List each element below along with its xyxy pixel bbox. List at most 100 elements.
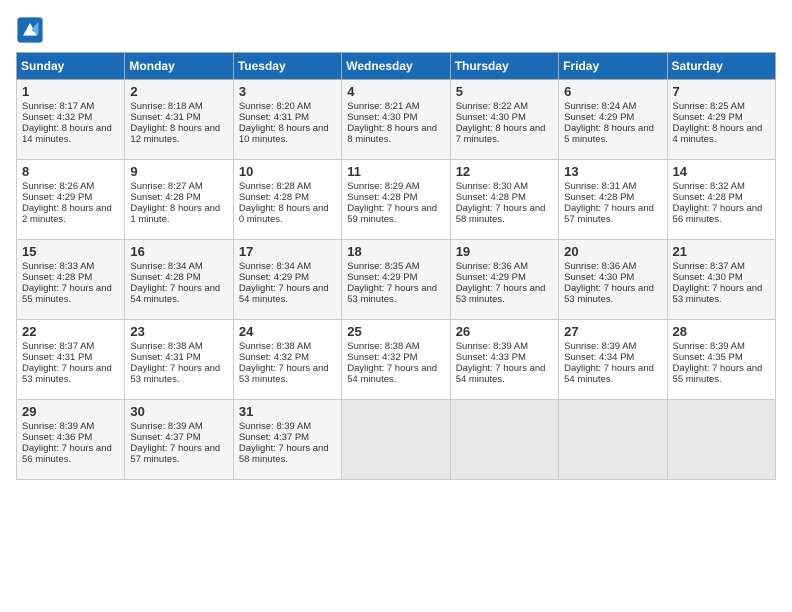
sunrise-text: Sunrise: 8:32 AM (673, 181, 745, 192)
day-number: 29 (22, 404, 119, 419)
calendar-cell: 23Sunrise: 8:38 AMSunset: 4:31 PMDayligh… (125, 320, 233, 400)
sunset-text: Sunset: 4:29 PM (22, 192, 92, 203)
sunrise-text: Sunrise: 8:31 AM (564, 181, 636, 192)
sunrise-text: Sunrise: 8:39 AM (456, 341, 528, 352)
day-number: 24 (239, 324, 336, 339)
sunset-text: Sunset: 4:31 PM (130, 112, 200, 123)
daylight-text: Daylight: 8 hours and 8 minutes. (347, 123, 437, 145)
daylight-text: Daylight: 7 hours and 54 minutes. (239, 283, 329, 305)
sunrise-text: Sunrise: 8:27 AM (130, 181, 202, 192)
sunset-text: Sunset: 4:37 PM (239, 432, 309, 443)
sunset-text: Sunset: 4:30 PM (564, 272, 634, 283)
logo (16, 16, 48, 44)
calendar-cell: 13Sunrise: 8:31 AMSunset: 4:28 PMDayligh… (559, 160, 667, 240)
calendar-body: 1 Sunrise: 8:17 AMSunset: 4:32 PM Daylight… (17, 80, 776, 480)
daylight-text: Daylight: 8 hours and 4 minutes. (673, 123, 763, 145)
day-number: 16 (130, 244, 227, 259)
day-number: 20 (564, 244, 661, 259)
calendar-cell: 19Sunrise: 8:36 AMSunset: 4:29 PMDayligh… (450, 240, 558, 320)
calendar-cell: 14Sunrise: 8:32 AMSunset: 4:28 PMDayligh… (667, 160, 775, 240)
sunrise-text: Sunrise: 8:38 AM (347, 341, 419, 352)
sunset-text: Sunset: 4:29 PM (347, 272, 417, 283)
sunset-text: Sunset: 4:28 PM (239, 192, 309, 203)
calendar-cell: 30Sunrise: 8:39 AMSunset: 4:37 PMDayligh… (125, 400, 233, 480)
day-number: 31 (239, 404, 336, 419)
daylight-text: Daylight: 8 hours and 0 minutes. (239, 203, 329, 225)
sunset-text: Sunset: 4:29 PM (239, 272, 309, 283)
calendar-cell: 8Sunrise: 8:26 AMSunset: 4:29 PMDaylight… (17, 160, 125, 240)
sunrise-text: Sunrise: 8:24 AM (564, 101, 636, 112)
sunrise-text: Sunrise: 8:38 AM (130, 341, 202, 352)
daylight-text: Daylight: 8 hours and 10 minutes. (239, 123, 329, 145)
calendar-cell: 4Sunrise: 8:21 AMSunset: 4:30 PMDaylight… (342, 80, 450, 160)
sunrise-text: Sunrise: 8:39 AM (22, 421, 94, 432)
calendar-cell: 10 Sunrise: 8:28 AMSunset: 4:28 PMDayligh… (233, 160, 341, 240)
daylight-text: Daylight: 7 hours and 54 minutes. (130, 283, 220, 305)
sunset-text: Sunset: 4:30 PM (673, 272, 743, 283)
calendar-cell: 29Sunrise: 8:39 AMSunset: 4:36 PMDayligh… (17, 400, 125, 480)
sunset-text: Sunset: 4:28 PM (130, 192, 200, 203)
day-number: 10 (239, 164, 336, 179)
calendar-cell: 7Sunrise: 8:25 AMSunset: 4:29 PMDaylight… (667, 80, 775, 160)
sunset-text: Sunset: 4:35 PM (673, 352, 743, 363)
daylight-text: Daylight: 7 hours and 54 minutes. (456, 363, 546, 385)
daylight-text: Daylight: 8 hours and 12 minutes. (130, 123, 220, 145)
calendar-cell: 28Sunrise: 8:39 AMSunset: 4:35 PMDayligh… (667, 320, 775, 400)
sunset-text: Sunset: 4:29 PM (673, 112, 743, 123)
calendar-cell: 20 Sunrise: 8:36 AMSunset: 4:30 PMDayligh… (559, 240, 667, 320)
calendar-week-row: 8Sunrise: 8:26 AMSunset: 4:29 PMDaylight… (17, 160, 776, 240)
calendar-cell: 15Sunrise: 8:33 AMSunset: 4:28 PMDayligh… (17, 240, 125, 320)
sunset-text: Sunset: 4:34 PM (564, 352, 634, 363)
calendar-cell: 18Sunrise: 8:35 AMSunset: 4:29 PMDayligh… (342, 240, 450, 320)
sunrise-text: Sunrise: 8:22 AM (456, 101, 528, 112)
day-number: 17 (239, 244, 336, 259)
daylight-text: Daylight: 8 hours and 5 minutes. (564, 123, 654, 145)
day-number: 25 (347, 324, 444, 339)
sunset-text: Sunset: 4:33 PM (456, 352, 526, 363)
calendar-cell: 9Sunrise: 8:27 AMSunset: 4:28 PMDaylight… (125, 160, 233, 240)
day-number: 23 (130, 324, 227, 339)
sunrise-text: Sunrise: 8:37 AM (673, 261, 745, 272)
day-number: 1 (22, 84, 119, 99)
day-number: 26 (456, 324, 553, 339)
daylight-text: Daylight: 7 hours and 53 minutes. (456, 283, 546, 305)
sunrise-text: Sunrise: 8:36 AM (564, 261, 636, 272)
daylight-text: Daylight: 7 hours and 58 minutes. (456, 203, 546, 225)
day-number: 6 (564, 84, 661, 99)
sunrise-text: Sunrise: 8:34 AM (130, 261, 202, 272)
sunrise-text: Sunrise: 8:35 AM (347, 261, 419, 272)
calendar-cell: 22Sunrise: 8:37 AMSunset: 4:31 PMDayligh… (17, 320, 125, 400)
sunrise-text: Sunrise: 8:38 AM (239, 341, 311, 352)
sunrise-text: Sunrise: 8:29 AM (347, 181, 419, 192)
sunrise-text: Sunrise: 8:30 AM (456, 181, 528, 192)
calendar-cell: 16 Sunrise: 8:34 AMSunset: 4:28 PMDayligh… (125, 240, 233, 320)
page-header (16, 16, 776, 44)
calendar-header-tuesday: Tuesday (233, 53, 341, 80)
sunset-text: Sunset: 4:30 PM (456, 112, 526, 123)
day-number: 12 (456, 164, 553, 179)
calendar-cell: 12Sunrise: 8:30 AMSunset: 4:28 PMDayligh… (450, 160, 558, 240)
sunrise-text: Sunrise: 8:28 AM (239, 181, 311, 192)
sunset-text: Sunset: 4:31 PM (22, 352, 92, 363)
day-number: 5 (456, 84, 553, 99)
calendar-header-thursday: Thursday (450, 53, 558, 80)
sunset-text: Sunset: 4:28 PM (130, 272, 200, 283)
calendar-week-row: 29Sunrise: 8:39 AMSunset: 4:36 PMDayligh… (17, 400, 776, 480)
calendar-cell (342, 400, 450, 480)
calendar-table: SundayMondayTuesdayWednesdayThursdayFrid… (16, 52, 776, 480)
daylight-text: Daylight: 7 hours and 53 minutes. (564, 283, 654, 305)
calendar-cell: 11Sunrise: 8:29 AMSunset: 4:28 PMDayligh… (342, 160, 450, 240)
daylight-text: Daylight: 7 hours and 55 minutes. (22, 283, 112, 305)
sunset-text: Sunset: 4:32 PM (22, 112, 92, 123)
sunrise-text: Sunrise: 8:39 AM (239, 421, 311, 432)
daylight-text: Daylight: 7 hours and 57 minutes. (564, 203, 654, 225)
calendar-cell: 31 Sunrise: 8:39 AMSunset: 4:37 PMDayligh… (233, 400, 341, 480)
daylight-text: Daylight: 7 hours and 58 minutes. (239, 443, 329, 465)
daylight-text: Daylight: 7 hours and 53 minutes. (22, 363, 112, 385)
calendar-cell: 3Sunrise: 8:20 AMSunset: 4:31 PMDaylight… (233, 80, 341, 160)
calendar-cell: 1Sunrise: 8:17 AMSunset: 4:32 PMDaylight… (17, 80, 125, 160)
calendar-header-wednesday: Wednesday (342, 53, 450, 80)
day-number: 18 (347, 244, 444, 259)
day-number: 28 (673, 324, 770, 339)
sunrise-text: Sunrise: 8:17 AM (22, 101, 94, 112)
